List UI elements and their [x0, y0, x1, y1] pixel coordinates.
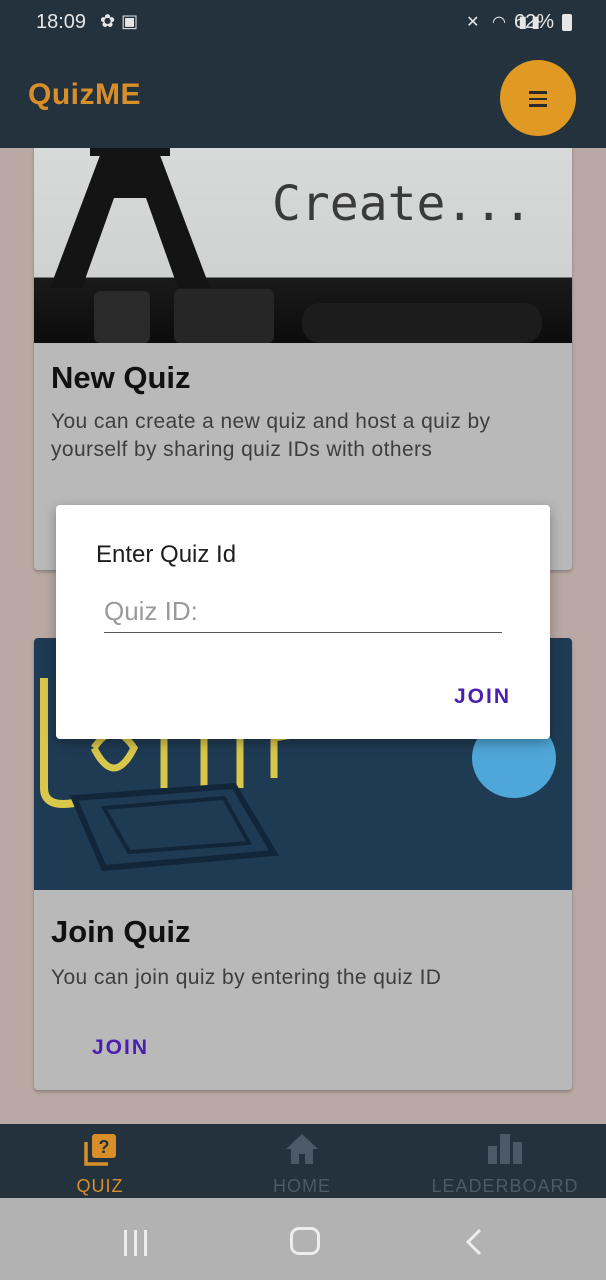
battery-level: 62% [513, 11, 554, 33]
nav-quiz[interactable]: ? QUIZ [60, 1124, 140, 1198]
back-icon[interactable] [462, 1228, 486, 1256]
system-navigation-bar [0, 1198, 606, 1280]
wifi-icon: ◠ [491, 14, 510, 31]
status-left-icons: ✿▣ [100, 11, 144, 32]
home-icon [286, 1134, 318, 1164]
battery-icon [562, 14, 572, 31]
card-join-button[interactable]: JOIN [92, 1036, 149, 1060]
new-quiz-title: New Quiz [51, 360, 191, 395]
menu-button[interactable] [500, 60, 576, 136]
nav-quiz-label: QUIZ [76, 1176, 124, 1196]
enter-quiz-id-dialog: Enter Quiz Id JOIN [56, 505, 550, 739]
mute-icon: ✕ [466, 14, 484, 31]
nav-home[interactable]: HOME [250, 1124, 354, 1198]
status-bar: 18:09 ✿▣ ✕ ◠ ▮▮ 62% [0, 0, 606, 46]
nav-home-label: HOME [273, 1176, 331, 1196]
dialog-title: Enter Quiz Id [96, 541, 237, 568]
nav-leaderboard[interactable]: LEADERBOARD [420, 1124, 590, 1198]
quiz-id-input[interactable] [104, 591, 502, 633]
home-button-icon[interactable] [290, 1227, 320, 1255]
nav-leaderboard-label: LEADERBOARD [431, 1176, 579, 1196]
hamburger-icon [529, 91, 547, 111]
typewriter-keys-icon [94, 289, 542, 343]
join-quiz-title: Join Quiz [51, 914, 191, 949]
notification-icon: ✿ [100, 11, 122, 31]
quiz-icon: ? [84, 1134, 116, 1166]
app-bar: QuizME [0, 46, 606, 148]
recent-apps-icon[interactable] [122, 1230, 150, 1256]
join-quiz-description: You can join quiz by entering the quiz I… [51, 966, 442, 989]
dialog-join-button[interactable]: JOIN [454, 685, 511, 709]
svg-text:?: ? [99, 1137, 110, 1157]
image-icon: ▣ [121, 11, 145, 31]
create-image: Create... [34, 148, 572, 343]
create-image-text: Create... [272, 176, 533, 232]
leaderboard-icon [488, 1134, 522, 1164]
app-title: QuizME [28, 78, 141, 111]
status-time: 18:09 [36, 11, 87, 33]
bottom-navigation: ? QUIZ HOME LEADERBOARD [0, 1124, 606, 1198]
new-quiz-description: You can create a new quiz and host a qui… [51, 410, 491, 461]
typewriter-typebar-icon [50, 148, 210, 288]
